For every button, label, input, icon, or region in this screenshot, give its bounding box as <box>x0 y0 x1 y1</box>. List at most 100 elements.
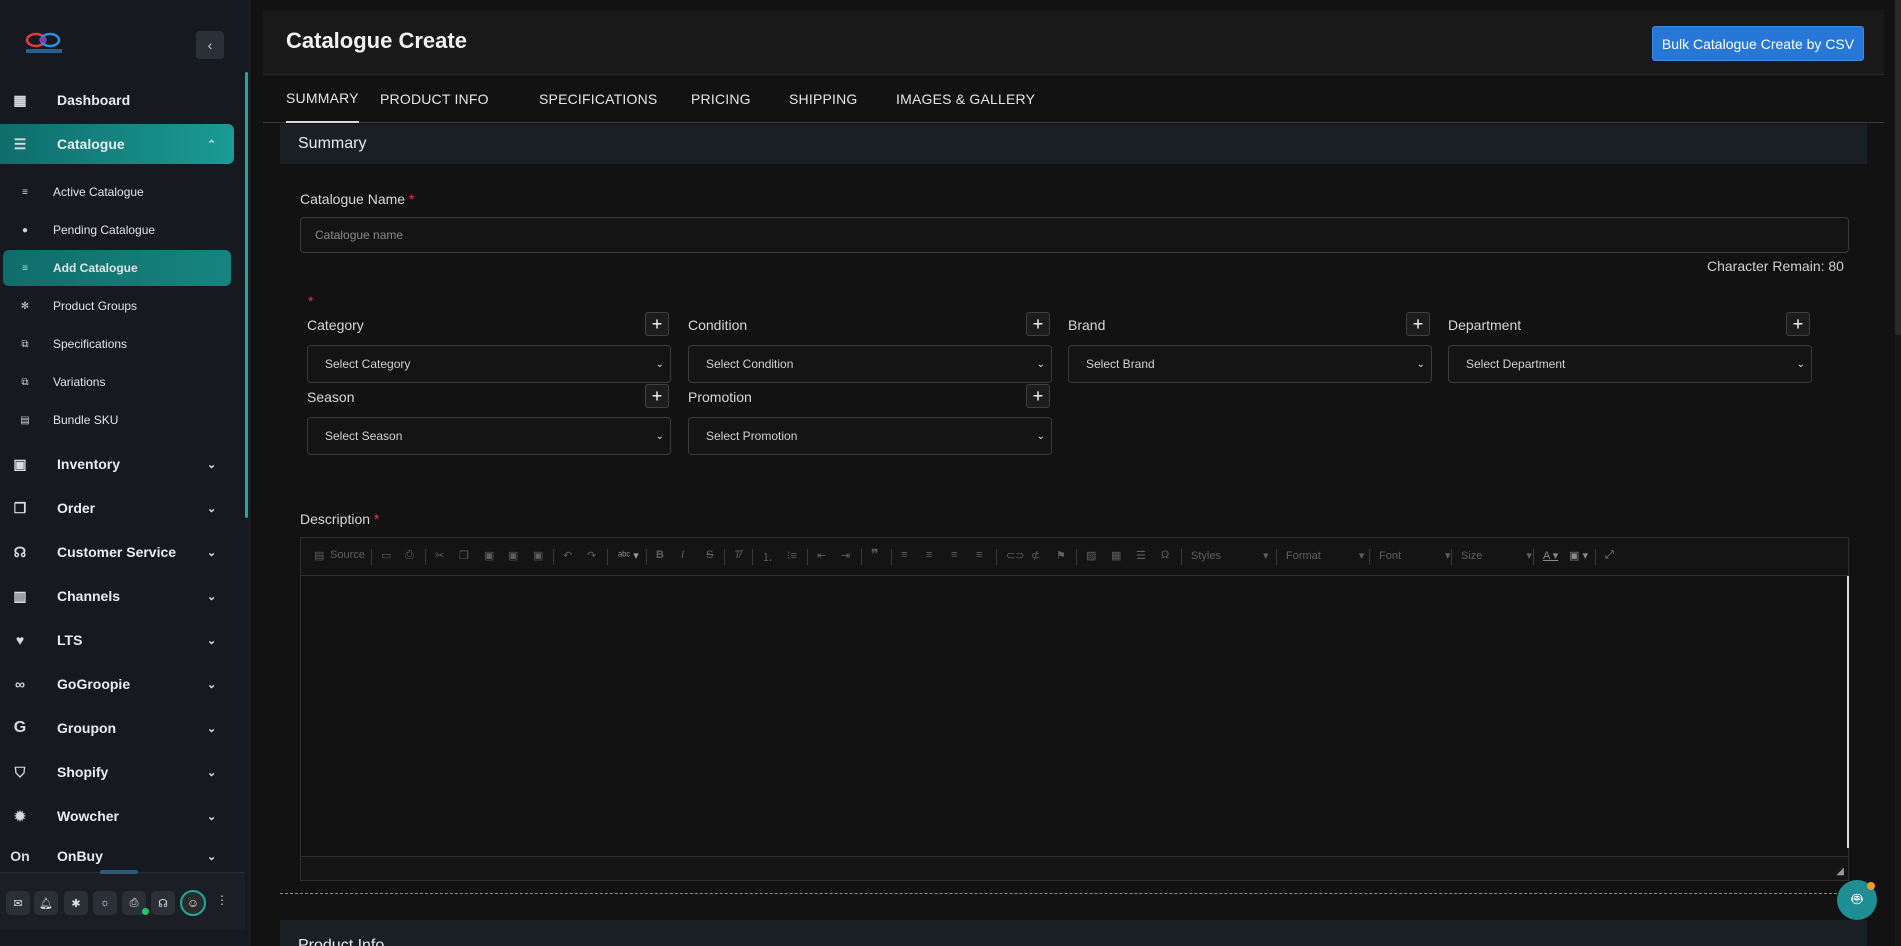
sidebar-item-gogroopie[interactable]: ∞ GoGroopie ⌄ <box>0 664 234 704</box>
bell-icon[interactable]: 🔔︎ <box>34 891 58 915</box>
font-dropdown[interactable]: Font ▾ <box>1379 549 1451 562</box>
sun-icon[interactable]: ☼ <box>93 891 117 915</box>
preview-icon[interactable]: ▭ <box>381 549 391 562</box>
sidebar-subitem-pending-catalogue[interactable]: ● Pending Catalogue <box>0 212 234 248</box>
sidebar-item-lts[interactable]: ♥ LTS ⌄ <box>0 620 234 660</box>
source-button[interactable]: Source <box>330 549 365 561</box>
numbered-list-icon[interactable]: ⒈ <box>762 549 773 565</box>
maximize-icon[interactable]: ⤢ <box>1605 549 1614 562</box>
cut-icon[interactable]: ✂ <box>435 549 444 562</box>
paste-text-icon[interactable]: ▣ <box>508 549 518 562</box>
text-color-icon[interactable]: A ▾ <box>1543 549 1558 562</box>
bold-icon[interactable]: B <box>656 549 664 561</box>
chatbot-button[interactable]: 🤖︎ <box>1837 880 1877 920</box>
tab-indicator <box>100 870 138 874</box>
bulleted-list-icon[interactable]: ⁝≡ <box>787 549 797 562</box>
size-dropdown[interactable]: Size ▾ <box>1461 549 1532 562</box>
sidebar-item-inventory[interactable]: ▣ Inventory ⌄ <box>0 444 234 484</box>
sidebar-toolbar: ✉ 🔔︎ ✱ ☼ ⎙ ☊ ☺ ⋮ <box>0 870 245 930</box>
season-select[interactable]: Select Season ⌄ <box>307 417 671 455</box>
italic-icon[interactable]: I <box>681 549 684 561</box>
bug-icon[interactable]: ✱ <box>64 891 88 915</box>
checklist-icon: ≡ <box>22 186 28 198</box>
add-category-button[interactable]: + <box>645 312 669 336</box>
catalogue-name-input[interactable]: Catalogue name <box>300 217 1849 253</box>
sidebar-subitem-variations[interactable]: ⧉ Variations <box>0 364 234 400</box>
add-condition-button[interactable]: + <box>1026 312 1050 336</box>
tab-summary[interactable]: SUMMARY <box>286 75 359 123</box>
add-department-button[interactable]: + <box>1786 312 1810 336</box>
link-icon[interactable]: ⊂⊃ <box>1006 549 1024 562</box>
sidebar-item-channels[interactable]: ▥ Channels ⌄ <box>0 576 234 616</box>
condition-select[interactable]: Select Condition ⌄ <box>688 345 1052 383</box>
sidebar-item-groupon[interactable]: G Groupon ⌄ <box>0 708 234 748</box>
sidebar-item-catalogue[interactable]: ☰ Catalogue ⌃ <box>0 124 234 164</box>
align-left-icon[interactable]: ≡ <box>901 549 907 561</box>
horizontal-rule-icon[interactable]: ☰ <box>1136 549 1146 562</box>
sidebar-item-order[interactable]: ❐ Order ⌄ <box>0 488 234 528</box>
brand-logo[interactable] <box>24 30 64 56</box>
sidebar-collapse-button[interactable]: ‹ <box>196 31 224 59</box>
sidebar-subitem-bundle-sku[interactable]: ▤ Bundle SKU <box>0 402 234 438</box>
sidebar-item-shopify[interactable]: ⛉ Shopify ⌄ <box>0 752 234 792</box>
align-justify-icon[interactable]: ≡ <box>976 549 982 561</box>
resize-handle-icon[interactable]: ◢ <box>1836 866 1844 877</box>
sidebar-subitem-active-catalogue[interactable]: ≡ Active Catalogue <box>0 174 234 210</box>
table-icon[interactable]: ▦ <box>1111 549 1121 562</box>
add-brand-button[interactable]: + <box>1406 312 1430 336</box>
sidebar-subitem-product-groups[interactable]: ✻ Product Groups <box>0 288 234 324</box>
user-avatar[interactable]: ☺ <box>180 890 206 916</box>
tab-product-info[interactable]: PRODUCT INFO <box>380 75 489 123</box>
rich-text-editor[interactable]: ▤ Source ▭ ⎙ ✂ ❐ ▣ ▣ ▣ ↶ ↷ ᵃᵇᶜ ▾ B I S T… <box>300 537 1849 881</box>
remove-format-icon[interactable]: T̸ <box>734 549 741 561</box>
brand-label: Brand <box>1068 317 1106 333</box>
anchor-flag-icon[interactable]: ⚑ <box>1056 549 1066 562</box>
sidebar-subitem-specifications[interactable]: ⧉ Specifications <box>0 326 234 362</box>
unlink-icon[interactable]: ⊄ <box>1031 549 1040 562</box>
bg-color-icon[interactable]: ▣ ▾ <box>1569 549 1588 562</box>
outdent-icon[interactable]: ⇤ <box>817 549 826 562</box>
special-char-icon[interactable]: Ω <box>1161 549 1169 561</box>
print-icon[interactable]: ⎙ <box>405 549 414 562</box>
paste-word-icon[interactable]: ▣ <box>533 549 543 562</box>
category-label: Category <box>307 317 364 333</box>
mail-icon[interactable]: ✉ <box>6 891 30 915</box>
bulk-csv-button[interactable]: Bulk Catalogue Create by CSV <box>1652 26 1864 61</box>
editor-content-area[interactable] <box>301 576 1849 848</box>
category-select[interactable]: Select Category ⌄ <box>307 345 671 383</box>
sidebar-scroll-indicator[interactable] <box>245 72 248 518</box>
sidebar-item-dashboard[interactable]: ▦ Dashboard <box>0 80 234 120</box>
add-season-button[interactable]: + <box>645 384 669 408</box>
toolbar-separator <box>607 549 608 565</box>
blockquote-icon[interactable]: ❞ <box>871 546 879 563</box>
redo-icon[interactable]: ↷ <box>587 549 596 562</box>
promotion-select[interactable]: Select Promotion ⌄ <box>688 417 1052 455</box>
department-select[interactable]: Select Department ⌄ <box>1448 345 1812 383</box>
sidebar-item-wowcher[interactable]: ✹ Wowcher ⌄ <box>0 796 234 836</box>
brand-select[interactable]: Select Brand ⌄ <box>1068 345 1432 383</box>
tab-images-gallery[interactable]: IMAGES & GALLERY <box>896 75 1035 123</box>
format-dropdown[interactable]: Format ▾ <box>1286 549 1364 562</box>
sidebar-item-onbuy[interactable]: On OnBuy ⌄ <box>0 840 234 872</box>
source-icon[interactable]: ▤ <box>314 549 324 562</box>
scrollbar-thumb[interactable] <box>1895 0 1901 335</box>
undo-icon[interactable]: ↶ <box>563 549 572 562</box>
tab-shipping[interactable]: SHIPPING <box>789 75 858 123</box>
headphones-icon[interactable]: ☊ <box>151 891 175 915</box>
align-center-icon[interactable]: ≡ <box>926 549 932 561</box>
add-promotion-button[interactable]: + <box>1026 384 1050 408</box>
strikethrough-icon[interactable]: S <box>706 549 713 561</box>
copy-icon[interactable]: ❐ <box>459 549 469 562</box>
align-right-icon[interactable]: ≡ <box>951 549 957 561</box>
spellcheck-icon[interactable]: ᵃᵇᶜ ▾ <box>618 549 639 562</box>
styles-dropdown[interactable]: Styles ▾ <box>1191 549 1269 562</box>
image-icon[interactable]: ▨ <box>1086 549 1096 562</box>
sidebar-item-customer-service[interactable]: ☊ Customer Service ⌄ <box>0 532 234 572</box>
more-vertical-icon[interactable]: ⋮ <box>216 893 228 907</box>
indent-icon[interactable]: ⇥ <box>841 549 850 562</box>
paste-icon[interactable]: ▣ <box>484 549 494 562</box>
tab-pricing[interactable]: PRICING <box>691 75 751 123</box>
page-scrollbar[interactable] <box>1895 0 1901 946</box>
tab-specifications[interactable]: SPECIFICATIONS <box>539 75 657 123</box>
sidebar-subitem-add-catalogue[interactable]: ≡ Add Catalogue <box>3 250 231 286</box>
